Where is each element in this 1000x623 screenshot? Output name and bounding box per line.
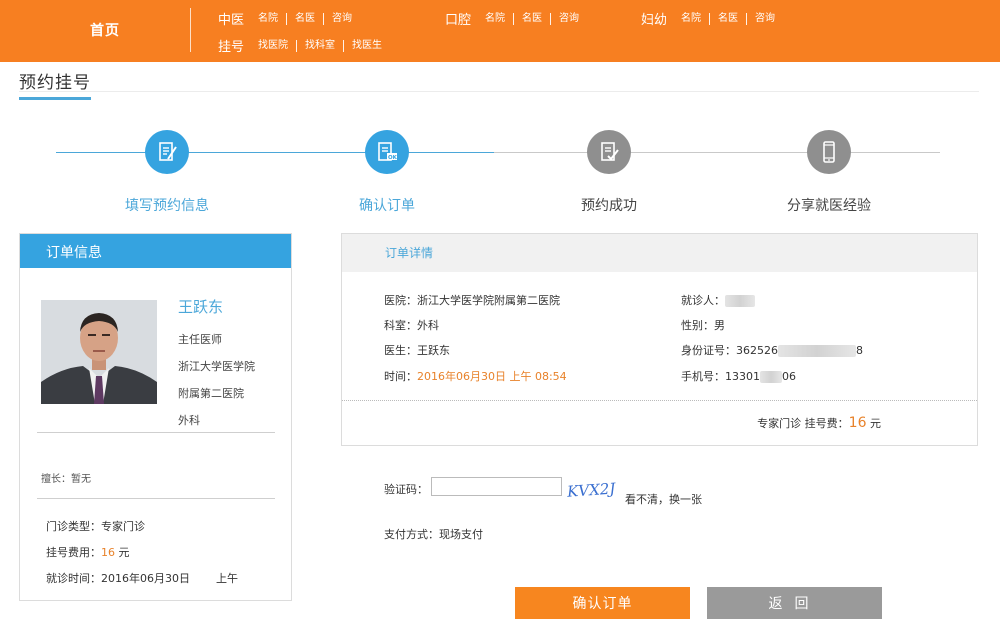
visit-time: 就诊时间：2016年06月30日 上午 bbox=[46, 570, 238, 586]
steps-progress-line-done bbox=[56, 152, 494, 153]
phone-redacted bbox=[760, 371, 782, 383]
step-label-success: 预约成功 bbox=[581, 198, 637, 214]
captcha-image[interactable]: KVX2J bbox=[566, 478, 620, 500]
visit-date: 2016年06月30日 bbox=[101, 572, 190, 585]
nav-maternal-hospitals[interactable]: 名院 bbox=[673, 12, 711, 25]
nav-find-department[interactable]: 找科室 bbox=[297, 39, 345, 52]
nav-find-doctor[interactable]: 找医生 bbox=[344, 40, 390, 52]
svg-text:OK: OK bbox=[388, 155, 398, 161]
nav-dental-link[interactable]: 口腔 bbox=[445, 9, 471, 28]
nav-maternal-link[interactable]: 妇幼 bbox=[641, 9, 667, 28]
nav-group-tcm: 中医 名院 名医 咨询 bbox=[218, 9, 360, 28]
step-label-confirm-order: 确认订单 bbox=[359, 198, 415, 214]
order-detail-title: 订单详情 bbox=[342, 234, 977, 272]
order-info-title: 订单信息 bbox=[20, 234, 291, 268]
fee-value: 16 bbox=[101, 546, 115, 559]
doctor-title: 主任医师 bbox=[178, 333, 222, 346]
clinic-type-label: 门诊类型： bbox=[46, 520, 101, 533]
nav-group-register: 挂号 找医院 找科室 找医生 bbox=[218, 36, 390, 55]
detail-fee-value: 16 bbox=[848, 415, 867, 431]
patient-name-redacted bbox=[725, 295, 755, 307]
detail-id-label: 身份证号： bbox=[681, 344, 736, 357]
nav-tcm-link[interactable]: 中医 bbox=[218, 9, 244, 28]
detail-hospital: 医院：浙江大学医学院附属第二医院 bbox=[384, 294, 560, 307]
nav-maternal-consult[interactable]: 咨询 bbox=[747, 13, 783, 25]
top-nav-bar: 首页 中医 名院 名医 咨询 口腔 名院 名医 咨询 妇幼 名院 名医 咨询 挂… bbox=[0, 0, 1000, 62]
captcha-image-text: KVX2J bbox=[566, 479, 617, 500]
step-success-icon bbox=[587, 130, 631, 174]
step-confirm-order-icon: OK bbox=[365, 130, 409, 174]
detail-time-label: 时间： bbox=[384, 370, 417, 383]
nav-tcm-consult[interactable]: 咨询 bbox=[324, 13, 360, 25]
id-number-redacted bbox=[778, 345, 856, 357]
detail-phone-prefix: 13301 bbox=[725, 370, 760, 383]
captcha-input[interactable] bbox=[431, 477, 562, 496]
nav-group-dental: 口腔 名院 名医 咨询 bbox=[445, 9, 587, 28]
clinic-type-value: 专家门诊 bbox=[101, 520, 145, 533]
title-divider bbox=[19, 91, 979, 92]
detail-time: 时间：2016年06月30日 上午 08:54 bbox=[384, 368, 567, 384]
order-info-card: 订单信息 王跃东 主任医师 浙江大学医学院 附属第二医院 外科 擅长：暂无 门诊… bbox=[19, 233, 292, 601]
doctor-hospital-line1: 浙江大学医学院 bbox=[178, 360, 255, 373]
card-divider bbox=[37, 498, 275, 499]
doctor-photo bbox=[41, 300, 157, 404]
step-share-phone-icon bbox=[807, 130, 851, 174]
nav-group-maternal: 妇幼 名院 名医 咨询 bbox=[641, 9, 783, 28]
visit-period: 上午 bbox=[216, 572, 238, 585]
detail-fee-prefix: 专家门诊 挂号费： bbox=[757, 417, 849, 430]
confirm-order-button[interactable]: 确认订单 bbox=[515, 587, 690, 619]
doctor-name[interactable]: 王跃东 bbox=[178, 296, 223, 317]
detail-id-prefix: 362526 bbox=[736, 344, 778, 357]
fee-unit: 元 bbox=[115, 546, 130, 559]
doctor-department: 外科 bbox=[178, 414, 200, 427]
nav-maternal-doctors[interactable]: 名医 bbox=[710, 12, 748, 25]
detail-phone-suffix: 06 bbox=[782, 370, 796, 383]
doctor-specialty: 擅长：暂无 bbox=[41, 474, 91, 485]
detail-id-suffix: 8 bbox=[856, 344, 863, 357]
detail-doctor: 医生：王跃东 bbox=[384, 344, 450, 357]
visit-time-label: 就诊时间： bbox=[46, 572, 101, 585]
nav-divider bbox=[190, 8, 191, 52]
step-fill-info-icon bbox=[145, 130, 189, 174]
nav-dental-hospitals[interactable]: 名院 bbox=[477, 12, 515, 25]
back-button[interactable]: 返回 bbox=[707, 587, 882, 619]
card-divider bbox=[37, 432, 275, 433]
nav-dental-consult[interactable]: 咨询 bbox=[551, 13, 587, 25]
nav-find-hospital[interactable]: 找医院 bbox=[250, 39, 298, 52]
nav-home-link[interactable]: 首页 bbox=[90, 20, 120, 40]
nav-register-link[interactable]: 挂号 bbox=[218, 36, 244, 55]
steps-progress-line-pending bbox=[494, 152, 940, 153]
detail-id-number: 身份证号：362526 8 bbox=[681, 342, 863, 358]
step-label-fill-info: 填写预约信息 bbox=[125, 198, 209, 214]
registration-fee: 挂号费用：16 元 bbox=[46, 544, 130, 560]
detail-department: 科室：外科 bbox=[384, 319, 439, 332]
detail-phone: 手机号：13301 06 bbox=[681, 368, 796, 384]
detail-fee: 专家门诊 挂号费：16 元 bbox=[757, 415, 881, 431]
fee-label: 挂号费用： bbox=[46, 546, 101, 559]
doctor-hospital-line2: 附属第二医院 bbox=[178, 387, 244, 400]
detail-gender: 性别：男 bbox=[681, 319, 725, 332]
payment-method: 支付方式：现场支付 bbox=[384, 528, 483, 541]
nav-tcm-doctors[interactable]: 名医 bbox=[287, 12, 325, 25]
nav-tcm-hospitals[interactable]: 名院 bbox=[250, 12, 288, 25]
page-title: 预约挂号 bbox=[19, 68, 91, 100]
detail-dotted-divider bbox=[342, 400, 977, 401]
captcha-label: 验证码： bbox=[384, 483, 428, 496]
detail-patient-label: 就诊人： bbox=[681, 294, 725, 307]
captcha-refresh-link[interactable]: 看不清，换一张 bbox=[625, 491, 702, 507]
detail-fee-unit: 元 bbox=[866, 417, 881, 430]
detail-patient: 就诊人： bbox=[681, 292, 755, 308]
detail-time-value: 2016年06月30日 上午 08:54 bbox=[417, 370, 567, 383]
clinic-type: 门诊类型：专家门诊 bbox=[46, 518, 145, 534]
step-label-share: 分享就医经验 bbox=[787, 198, 871, 214]
nav-dental-doctors[interactable]: 名医 bbox=[514, 12, 552, 25]
order-detail-box: 订单详情 医院：浙江大学医学院附属第二医院 科室：外科 医生：王跃东 时间：20… bbox=[341, 233, 978, 446]
detail-phone-label: 手机号： bbox=[681, 370, 725, 383]
